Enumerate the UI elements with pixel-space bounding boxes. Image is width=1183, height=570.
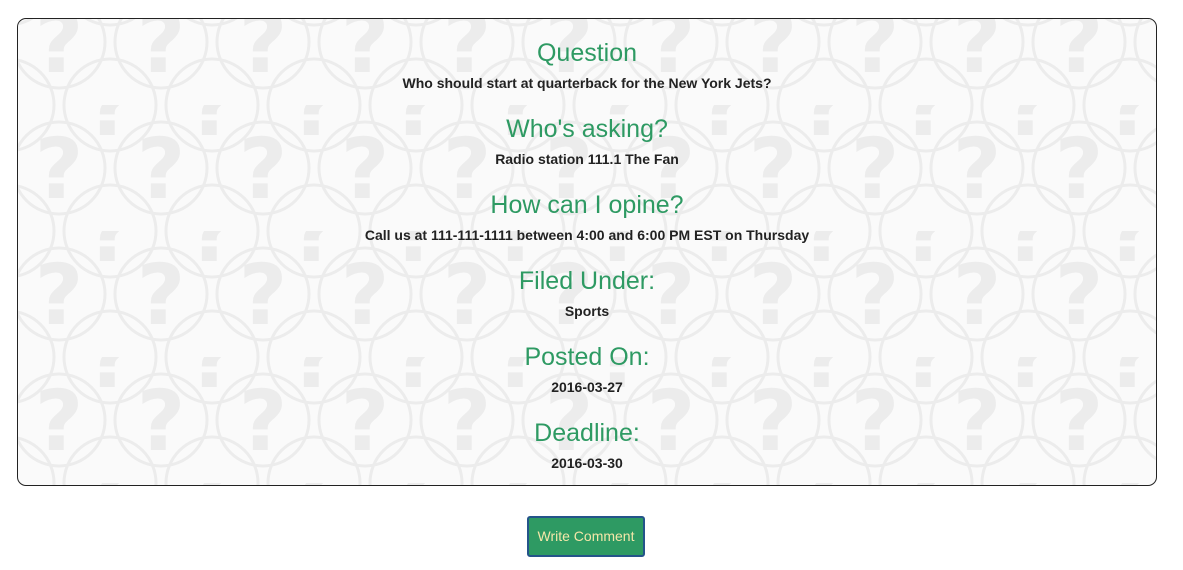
posted-on-section: Posted On: 2016-03-27 (18, 342, 1156, 398)
opine-heading: How can I opine? (490, 191, 684, 219)
question-details: Question Who should start at quarterback… (18, 19, 1156, 474)
category-heading: Filed Under: (518, 267, 656, 295)
deadline-section: Deadline: 2016-03-30 (18, 418, 1156, 474)
question-section: Question Who should start at quarterback… (18, 38, 1156, 94)
write-comment-button[interactable]: Write Comment (527, 516, 645, 557)
category-text: Sports (564, 303, 610, 319)
posted-on-date: 2016-03-27 (551, 379, 623, 395)
deadline-heading: Deadline: (534, 419, 640, 447)
deadline-date: 2016-03-30 (551, 455, 623, 471)
opine-text: Call us at 111-111-1111 between 4:00 and… (364, 227, 810, 243)
question-card: ? ? ? Question Who should start at quart… (17, 18, 1157, 486)
opine-section: How can I opine? Call us at 111-111-1111… (18, 190, 1156, 246)
category-section: Filed Under: Sports (18, 266, 1156, 322)
question-text: Who should start at quarterback for the … (402, 75, 772, 91)
asker-text: Radio station 111.1 The Fan (495, 151, 679, 167)
question-heading: Question (536, 39, 638, 67)
asker-section: Who's asking? Radio station 111.1 The Fa… (18, 114, 1156, 170)
posted-on-heading: Posted On: (524, 343, 650, 371)
asker-heading: Who's asking? (506, 115, 668, 143)
